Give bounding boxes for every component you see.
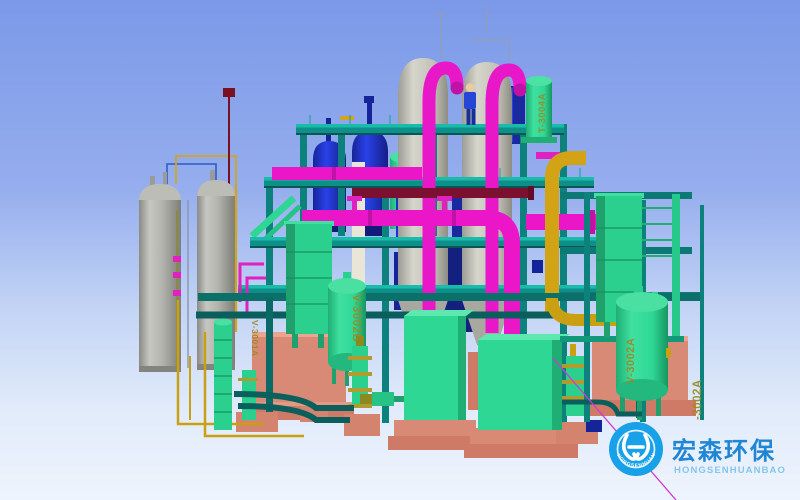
label-vessel-center: V-3002B bbox=[350, 294, 362, 342]
magenta-pipe-upper bbox=[272, 167, 422, 180]
green-box-tank-2 bbox=[478, 334, 570, 430]
company-name-cn: 宏森环保 bbox=[672, 437, 776, 465]
maroon-junction-box bbox=[223, 88, 235, 97]
heat-exchanger-left bbox=[284, 221, 334, 348]
label-vessel-right-rear: -3002A bbox=[692, 379, 704, 420]
top-cylinder-t3004a: T-3004A bbox=[521, 76, 557, 143]
plant-3d-render: T-3004A bbox=[0, 0, 800, 500]
label-top-cylinder: T-3004A bbox=[537, 93, 548, 133]
label-left-pump: V-3001A bbox=[250, 320, 260, 357]
label-vessel-right: V-3002A bbox=[625, 338, 637, 384]
plant-3d-view: T-3004A bbox=[0, 0, 800, 500]
green-box-tank-1 bbox=[404, 310, 474, 420]
left-green-column bbox=[214, 319, 232, 431]
company-name-en: HONGSENHUANBAO bbox=[674, 465, 786, 476]
